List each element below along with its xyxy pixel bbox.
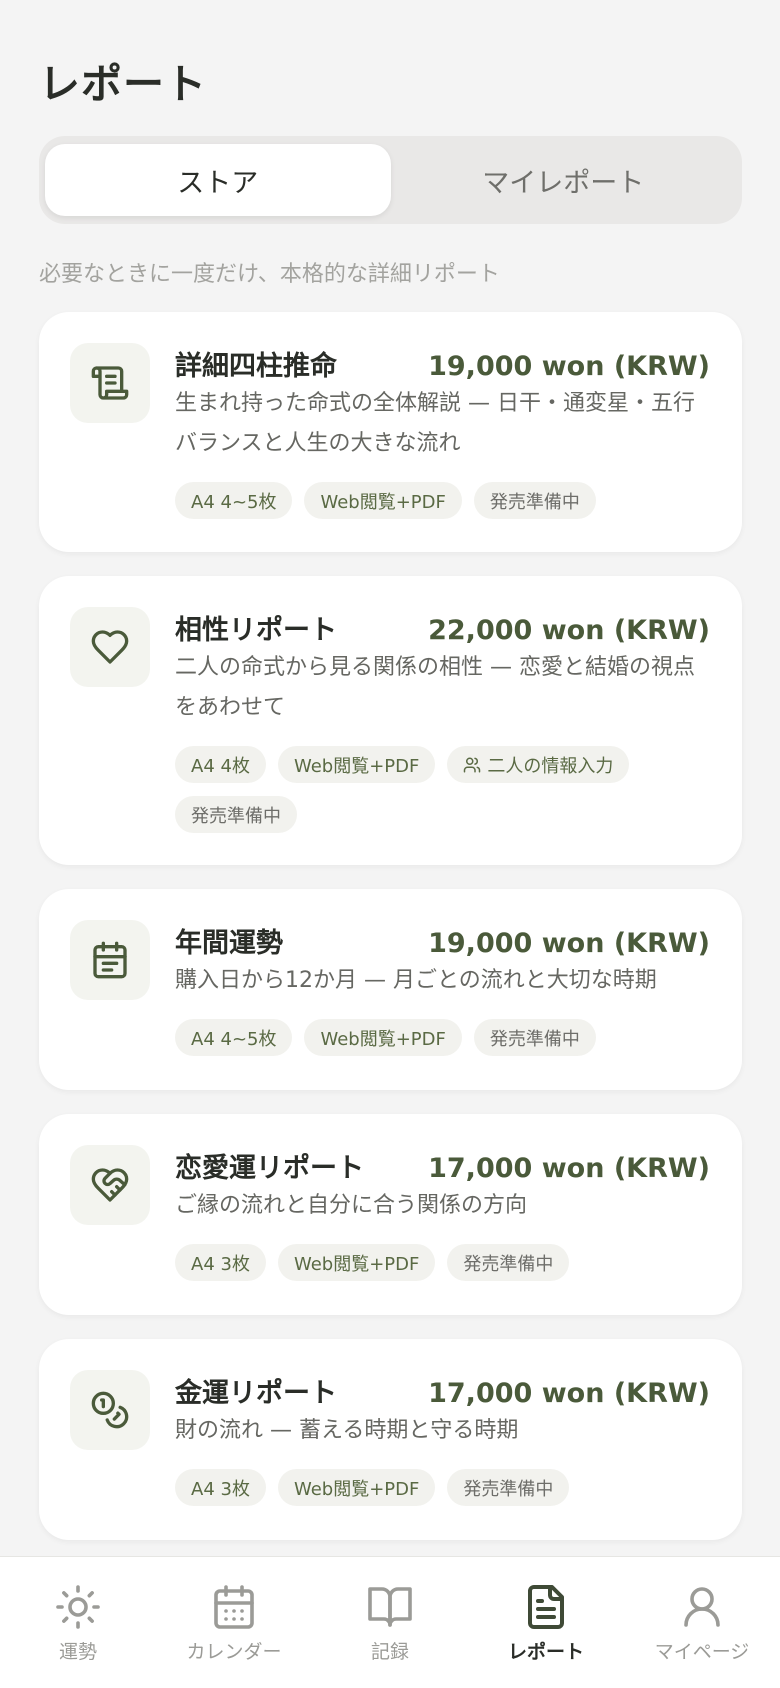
report-card-detailed-saju[interactable]: 詳細四柱推命 19,000 won (KRW) 生まれ持った命式の全体解説 — … <box>39 312 742 552</box>
nav-item-calendar[interactable]: カレンダー <box>156 1557 312 1688</box>
nav-label: 運勢 <box>58 1641 97 1663</box>
card-title: 金運リポート <box>175 1378 337 1409</box>
status-badge: 発売準備中 <box>447 1469 570 1506</box>
tag-pages: A4 3枚 <box>175 1469 266 1506</box>
tab-my-reports[interactable]: マイレポート <box>391 144 737 216</box>
tag-list: A4 4枚 Web閲覧+PDF 二人の情報入力 発売準備中 <box>175 746 710 833</box>
user-icon <box>684 1587 720 1627</box>
page-title: レポート <box>39 60 207 108</box>
tag-list: A4 4~5枚 Web閲覧+PDF 発売準備中 <box>175 1019 710 1056</box>
tag-label: 二人の情報入力 <box>487 755 614 777</box>
tag-format: Web閲覧+PDF <box>304 482 462 519</box>
tag-format: Web閲覧+PDF <box>277 1244 436 1281</box>
card-title: 相性リポート <box>175 615 337 646</box>
report-card-love-fortune[interactable]: 恋愛運リポート 17,000 won (KRW) ご縁の流れと自分に合う関係の方… <box>39 1114 742 1315</box>
tag-format: Web閲覧+PDF <box>304 1019 462 1056</box>
tag-list: A4 3枚 Web閲覧+PDF 発売準備中 <box>175 1469 710 1506</box>
report-card-compatibility[interactable]: 相性リポート 22,000 won (KRW) 二人の命式から見る関係の相性 —… <box>39 576 742 865</box>
bottom-nav: 運勢 カレンダー 記録 レポート マイページ <box>0 1556 780 1688</box>
card-price: 22,000 won (KRW) <box>428 615 710 646</box>
nav-item-reports[interactable]: レポート <box>468 1557 624 1688</box>
status-badge: 発売準備中 <box>175 796 297 833</box>
document-icon <box>528 1585 564 1629</box>
tag-pages: A4 4~5枚 <box>175 1019 293 1056</box>
nav-label: マイページ <box>654 1641 750 1663</box>
card-price: 17,000 won (KRW) <box>428 1378 710 1409</box>
tab-store[interactable]: ストア <box>45 144 391 216</box>
card-price: 17,000 won (KRW) <box>428 1153 710 1184</box>
tag-two-person-input: 二人の情報入力 <box>447 746 630 783</box>
status-badge: 発売準備中 <box>447 1244 570 1281</box>
tag-pages: A4 4~5枚 <box>175 482 293 519</box>
card-title: 年間運勢 <box>175 928 283 959</box>
coins-icon <box>70 1370 150 1450</box>
nav-item-mypage[interactable]: マイページ <box>624 1557 780 1688</box>
tag-format: Web閲覧+PDF <box>277 746 436 783</box>
nav-item-fortune[interactable]: 運勢 <box>0 1557 156 1688</box>
status-badge: 発売準備中 <box>473 482 596 519</box>
sun-icon <box>56 1585 100 1629</box>
calendar-icon <box>70 920 150 1000</box>
segmented-control: ストア マイレポート <box>39 136 742 224</box>
tag-list: A4 3枚 Web閲覧+PDF 発売準備中 <box>175 1244 710 1281</box>
nav-item-records[interactable]: 記録 <box>312 1557 468 1688</box>
card-title: 恋愛運リポート <box>175 1153 364 1184</box>
card-description: ご縁の流れと自分に合う関係の方向 <box>175 1193 528 1218</box>
page-subtitle: 必要なときに一度だけ、本格的な詳細リポート <box>39 262 500 287</box>
card-description: 二人の命式から見る関係の相性 — 恋愛と結婚の視点をあわせて <box>175 655 695 720</box>
nav-label: カレンダー <box>186 1641 282 1663</box>
nav-label: 記録 <box>370 1641 409 1663</box>
tag-pages: A4 4枚 <box>175 746 266 783</box>
report-card-annual-fortune[interactable]: 年間運勢 19,000 won (KRW) 購入日から12か月 — 月ごとの流れ… <box>39 889 742 1090</box>
tag-pages: A4 3枚 <box>175 1244 266 1281</box>
report-card-money-fortune[interactable]: 金運リポート 17,000 won (KRW) 財の流れ — 蓄える時期と守る時… <box>39 1339 742 1540</box>
heart-icon <box>70 607 150 687</box>
card-description: 財の流れ — 蓄える時期と守る時期 <box>175 1418 519 1443</box>
tag-list: A4 4~5枚 Web閲覧+PDF 発売準備中 <box>175 482 710 519</box>
card-price: 19,000 won (KRW) <box>428 928 710 959</box>
users-icon <box>464 757 481 772</box>
heart-handshake-icon <box>70 1145 150 1225</box>
nav-label: レポート <box>507 1641 584 1663</box>
card-title: 詳細四柱推命 <box>175 351 337 382</box>
card-description: 購入日から12か月 — 月ごとの流れと大切な時期 <box>175 968 657 993</box>
card-price: 19,000 won (KRW) <box>428 351 710 382</box>
card-description: 生まれ持った命式の全体解説 — 日干・通変星・五行バランスと人生の大きな流れ <box>175 391 695 456</box>
status-badge: 発売準備中 <box>473 1019 596 1056</box>
book-icon <box>368 1587 412 1627</box>
scroll-icon <box>70 343 150 423</box>
tag-format: Web閲覧+PDF <box>277 1469 436 1506</box>
calendar-icon <box>214 1585 254 1629</box>
